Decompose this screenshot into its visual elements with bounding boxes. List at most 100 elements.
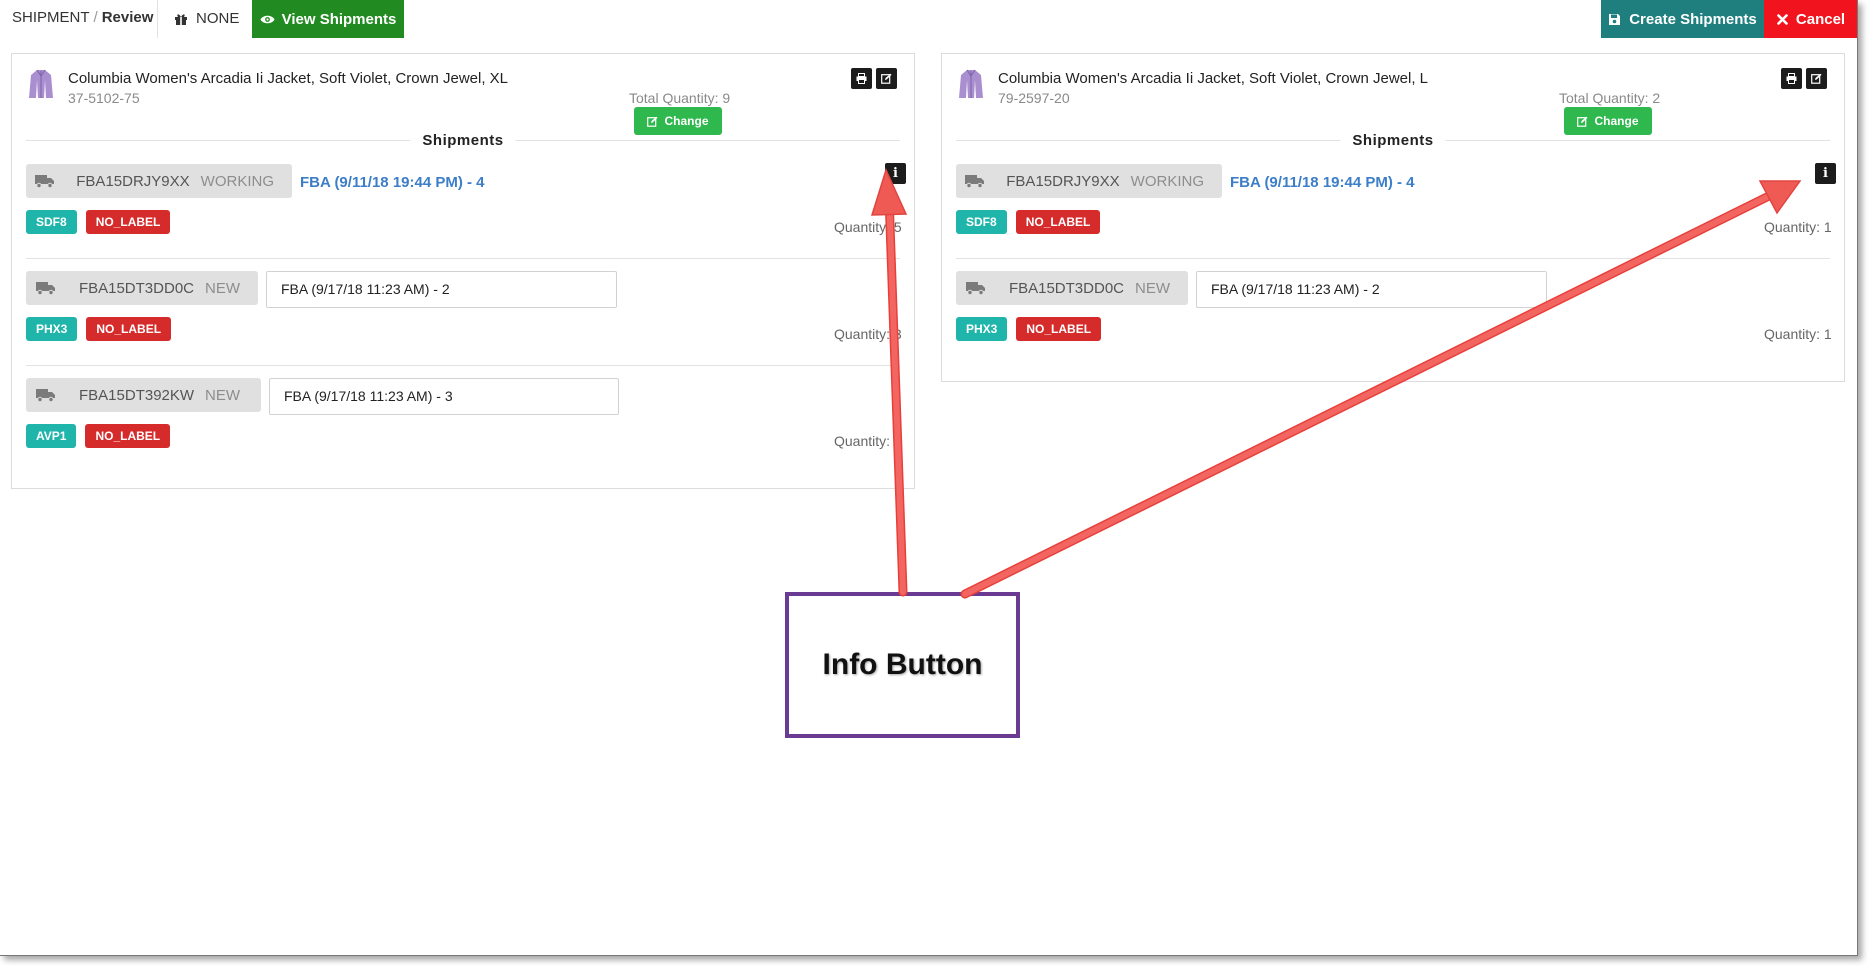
shipments-heading-text: Shipments — [410, 132, 516, 149]
shipment-id: FBA15DRJY9XX — [1006, 172, 1120, 190]
breadcrumb: SHIPMENT / Review — [12, 0, 153, 38]
jacket-icon — [29, 69, 53, 98]
view-shipments-button[interactable]: View Shipments — [252, 0, 404, 38]
shipment-quantity: Quantity: 5 — [834, 219, 902, 235]
shipment-badges: SDF8 NO_LABEL — [956, 210, 1101, 234]
truck-icon — [26, 271, 66, 305]
label-status-badge: NO_LABEL — [86, 317, 172, 341]
shipment-name-input[interactable]: FBA (9/17/18 11:23 AM) - 2 — [266, 271, 617, 308]
shipments-heading: Shipments — [956, 132, 1830, 149]
truck-icon — [26, 164, 63, 198]
truck-icon — [26, 378, 66, 412]
product-sku: 37-5102-75 — [68, 90, 140, 106]
info-icon: i — [1823, 166, 1828, 181]
shipment-id: FBA15DRJY9XX — [76, 172, 190, 190]
shipment-quantity: Quantity: 1 — [1764, 219, 1832, 235]
truck-icon — [956, 164, 993, 198]
shipments-heading: Shipments — [26, 132, 900, 149]
print-icon — [856, 73, 867, 84]
filter-none-button[interactable]: NONE — [158, 0, 255, 38]
top-bar: SHIPMENT / Review NONE View Shipments Crea… — [0, 0, 1857, 38]
product-panel: Columbia Women's Arcadia Ii Jacket, Soft… — [941, 53, 1845, 382]
breadcrumb-separator: / — [93, 9, 98, 26]
create-shipments-button[interactable]: Create Shipments — [1601, 0, 1764, 38]
shipment-row: FBA15DT3DD0C NEW FBA (9/17/18 11:23 AM) … — [956, 259, 1832, 366]
label-status-badge: NO_LABEL — [85, 424, 171, 448]
shipment-name-input[interactable]: FBA (9/17/18 11:23 AM) - 3 — [269, 378, 619, 415]
fulfillment-center-badge: AVP1 — [26, 424, 77, 448]
view-shipments-label: View Shipments — [281, 10, 397, 28]
total-quantity: Total Quantity: 2 — [1559, 90, 1661, 106]
product-title: Columbia Women's Arcadia Ii Jacket, Soft… — [998, 70, 1428, 87]
print-button[interactable] — [1781, 68, 1802, 89]
product-title: Columbia Women's Arcadia Ii Jacket, Soft… — [68, 70, 509, 87]
shipment-id-box: FBA15DT392KW NEW — [26, 378, 261, 412]
info-button[interactable]: i — [885, 163, 906, 184]
label-status-badge: NO_LABEL — [1015, 210, 1101, 234]
shipment-id: FBA15DT3DD0C — [78, 279, 194, 297]
change-button[interactable]: Change — [1564, 107, 1652, 135]
breadcrumb-current: Review — [101, 9, 154, 26]
edit-icon — [1577, 116, 1588, 127]
edit-button[interactable] — [1806, 68, 1827, 89]
change-button[interactable]: Change — [634, 107, 722, 135]
shipment-badges: PHX3 NO_LABEL — [956, 317, 1102, 341]
shipment-status: NEW — [205, 279, 240, 297]
total-quantity: Total Quantity: 9 — [629, 90, 731, 106]
edit-icon — [1811, 73, 1822, 84]
save-icon — [1609, 13, 1621, 25]
shipment-id-box: FBA15DT3DD0C NEW — [26, 271, 258, 305]
change-label: Change — [664, 114, 709, 128]
shipment-name-link[interactable]: FBA (9/11/18 19:44 PM) - 4 — [300, 174, 485, 191]
shipment-badges: PHX3 NO_LABEL — [26, 317, 172, 341]
close-icon — [1777, 13, 1788, 25]
gift-icon — [175, 14, 187, 25]
filter-none-label: NONE — [196, 10, 240, 27]
change-label: Change — [1594, 114, 1639, 128]
shipment-id-box: FBA15DRJY9XX WORKING — [26, 164, 292, 198]
shipment-quantity: Quantity: 3 — [834, 326, 902, 342]
create-shipments-label: Create Shipments — [1629, 10, 1757, 28]
shipment-name-input[interactable]: FBA (9/17/18 11:23 AM) - 2 — [1196, 271, 1547, 308]
cancel-label: Cancel — [1795, 10, 1846, 28]
shipment-id-box: FBA15DT3DD0C NEW — [956, 271, 1188, 305]
breadcrumb-section[interactable]: SHIPMENT — [12, 9, 90, 26]
info-button[interactable]: i — [1815, 163, 1836, 184]
shipments-heading-text: Shipments — [1340, 132, 1446, 149]
product-panel: Columbia Women's Arcadia Ii Jacket, Soft… — [11, 53, 915, 489]
app-window: SHIPMENT / Review NONE View Shipments Crea… — [0, 0, 1858, 956]
fulfillment-center-badge: PHX3 — [26, 317, 78, 341]
shipment-row: FBA15DRJY9XX WORKING FBA (9/11/18 19:44 … — [26, 152, 906, 259]
shipment-badges: SDF8 NO_LABEL — [26, 210, 171, 234]
annotation-callout-text: Info Button — [822, 648, 983, 681]
print-icon — [1786, 73, 1797, 84]
shipment-row: FBA15DT3DD0C NEW FBA (9/17/18 11:23 AM) … — [26, 259, 902, 366]
shipment-quantity: Quantity: 1 — [834, 433, 902, 449]
print-button[interactable] — [851, 68, 872, 89]
info-icon: i — [893, 166, 898, 181]
shipment-row: FBA15DRJY9XX WORKING FBA (9/11/18 19:44 … — [956, 152, 1836, 259]
shipment-status: WORKING — [200, 172, 274, 190]
eye-icon — [260, 15, 275, 23]
label-status-badge: NO_LABEL — [1016, 317, 1102, 341]
shipment-id-box: FBA15DRJY9XX WORKING — [956, 164, 1222, 198]
fulfillment-center-badge: PHX3 — [956, 317, 1008, 341]
shipment-status: WORKING — [1130, 172, 1204, 190]
edit-icon — [881, 73, 892, 84]
truck-icon — [956, 271, 996, 305]
jacket-icon — [959, 69, 983, 98]
cancel-button[interactable]: Cancel — [1764, 0, 1857, 38]
edit-button[interactable] — [876, 68, 897, 89]
shipment-quantity: Quantity: 1 — [1764, 326, 1832, 342]
shipment-row: FBA15DT392KW NEW FBA (9/17/18 11:23 AM) … — [26, 366, 902, 473]
label-status-badge: NO_LABEL — [85, 210, 171, 234]
shipment-name-link[interactable]: FBA (9/11/18 19:44 PM) - 4 — [1230, 174, 1415, 191]
shipment-badges: AVP1 NO_LABEL — [26, 424, 171, 448]
shipment-status: NEW — [205, 386, 241, 404]
product-sku: 79-2597-20 — [998, 90, 1070, 106]
edit-icon — [647, 116, 658, 127]
fulfillment-center-badge: SDF8 — [26, 210, 77, 234]
shipment-status: NEW — [1135, 279, 1170, 297]
shipment-id: FBA15DT3DD0C — [1008, 279, 1124, 297]
shipment-id: FBA15DT392KW — [79, 386, 195, 404]
